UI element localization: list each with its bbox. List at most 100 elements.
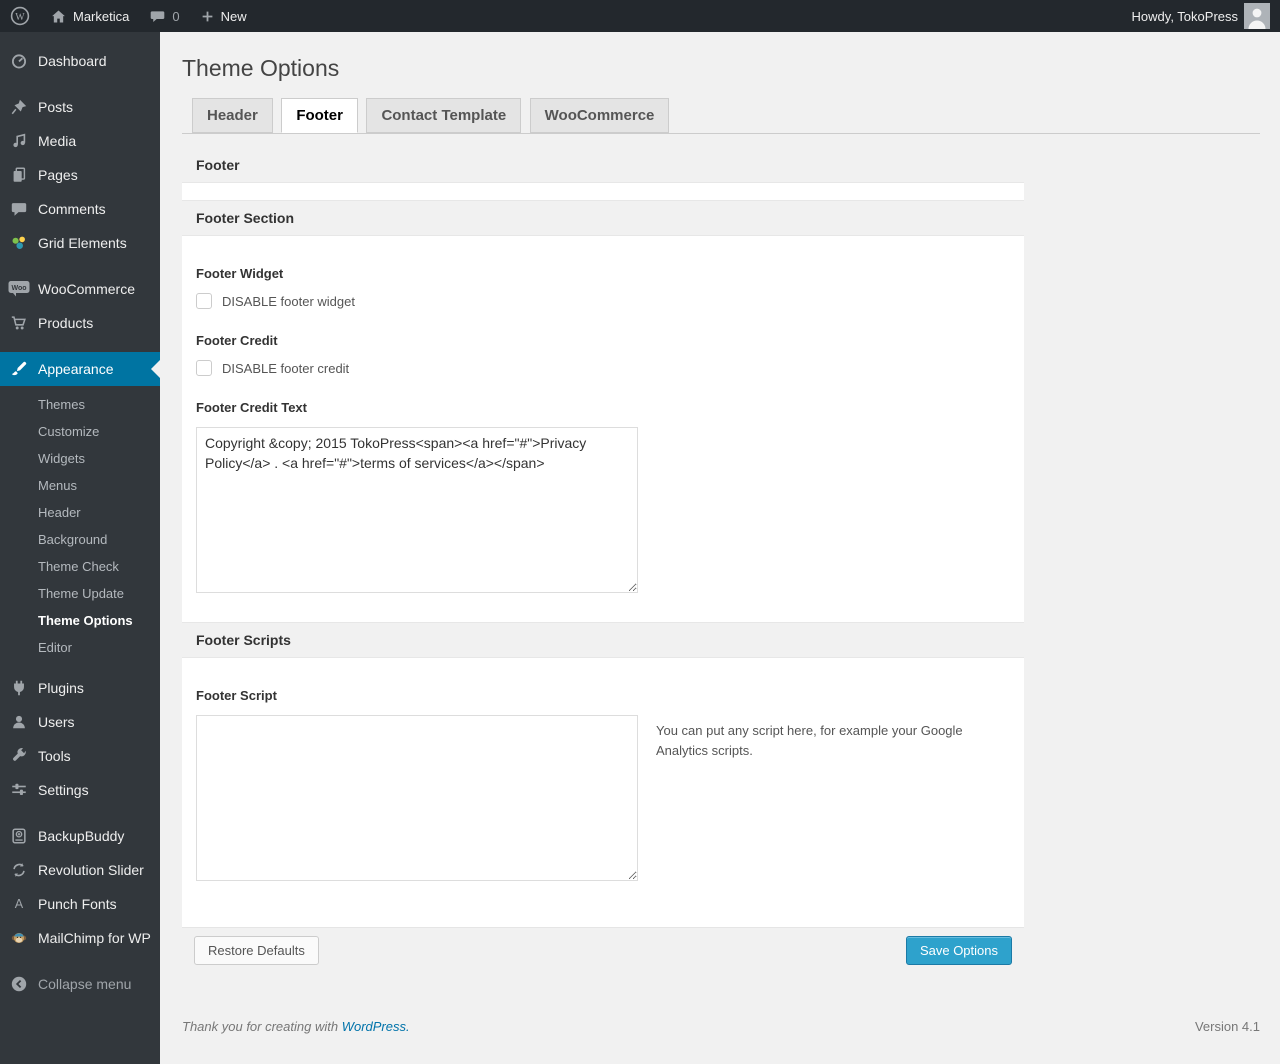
menu-separator	[0, 955, 160, 967]
restore-defaults-button[interactable]: Restore Defaults	[194, 936, 319, 965]
tab-woocommerce[interactable]: WooCommerce	[529, 98, 670, 133]
submenu-item-theme-options[interactable]: Theme Options	[0, 607, 160, 634]
sidebar-item-collapse-menu[interactable]: Collapse menu	[0, 967, 160, 1001]
wordpress-link[interactable]: WordPress.	[342, 1019, 410, 1034]
save-options-button[interactable]: Save Options	[905, 936, 1012, 965]
footer-widget-checkbox-row[interactable]: DISABLE footer widget	[196, 293, 1010, 309]
sidebar-item-label: BackupBuddy	[38, 828, 125, 844]
submenu-item-background[interactable]: Background	[0, 526, 160, 553]
svg-text:W: W	[15, 12, 25, 23]
disable-footer-credit-checkbox[interactable]	[196, 360, 212, 376]
avatar	[1244, 3, 1270, 29]
sidebar-item-settings[interactable]: Settings	[0, 773, 160, 807]
sidebar-item-backupbuddy[interactable]: BackupBuddy	[0, 819, 160, 853]
new-label: New	[220, 8, 247, 24]
sidebar-item-label: Grid Elements	[38, 235, 127, 251]
sidebar-item-users[interactable]: Users	[0, 705, 160, 739]
checkbox-label: DISABLE footer widget	[222, 293, 355, 309]
sidebar-item-mailchimp[interactable]: MailChimp for WP	[0, 921, 160, 955]
sidebar-item-revolution-slider[interactable]: Revolution Slider	[0, 853, 160, 887]
sidebar-item-label: Punch Fonts	[38, 896, 117, 912]
admin-sidebar: Dashboard Posts Media Pages Comments Gri…	[0, 32, 160, 1064]
menu-separator	[0, 340, 160, 352]
main-content: Theme Options Header Footer Contact Temp…	[160, 32, 1280, 1064]
comments-shortcut[interactable]: 0	[139, 0, 189, 32]
wordpress-logo-menu[interactable]: W	[0, 0, 40, 32]
color-cluster-icon	[0, 234, 38, 252]
tab-bar: Header Footer Contact Template WooCommer…	[182, 97, 1260, 134]
footer-credit-label: Footer Credit	[196, 333, 278, 348]
submenu-item-widgets[interactable]: Widgets	[0, 445, 160, 472]
tab-contact-template[interactable]: Contact Template	[366, 98, 522, 133]
backup-drive-icon	[0, 827, 38, 845]
sidebar-item-label: Settings	[38, 782, 89, 798]
svg-text:Woo: Woo	[11, 285, 26, 292]
comment-bubble-icon	[149, 8, 166, 25]
menu-separator	[0, 78, 160, 90]
sidebar-item-comments[interactable]: Comments	[0, 192, 160, 226]
page-title: Theme Options	[182, 55, 340, 81]
sidebar-item-pages[interactable]: Pages	[0, 158, 160, 192]
theme-options-panel: Footer Footer Section Footer Widget DISA…	[182, 148, 1024, 973]
new-content-menu[interactable]: New	[190, 0, 257, 32]
disable-footer-widget-checkbox[interactable]	[196, 293, 212, 309]
sidebar-item-label: Users	[38, 714, 75, 730]
appearance-submenu: Themes Customize Widgets Menus Header Ba…	[0, 386, 160, 671]
sidebar-item-label: Posts	[38, 99, 74, 115]
my-account-menu[interactable]: Howdy, TokoPress	[1122, 0, 1280, 32]
menu-separator	[0, 807, 160, 819]
footer-section-body: Footer Widget DISABLE footer widget Foot…	[182, 236, 1024, 622]
sidebar-item-plugins[interactable]: Plugins	[0, 671, 160, 705]
sidebar-item-grid-elements[interactable]: Grid Elements	[0, 226, 160, 260]
sidebar-item-label: WooCommerce	[38, 281, 135, 297]
plug-icon	[0, 679, 38, 697]
sidebar-item-media[interactable]: Media	[0, 124, 160, 158]
sidebar-item-punch-fonts[interactable]: A Punch Fonts	[0, 887, 160, 921]
wordpress-logo-icon: W	[10, 6, 30, 26]
sidebar-item-tools[interactable]: Tools	[0, 739, 160, 773]
footer-script-textarea[interactable]	[196, 715, 638, 881]
submenu-item-themes[interactable]: Themes	[0, 391, 160, 418]
speech-bubble-icon	[0, 200, 38, 218]
submenu-item-customize[interactable]: Customize	[0, 418, 160, 445]
footer-scripts-header: Footer Scripts	[182, 622, 1024, 658]
version-text: Version 4.1	[1194, 1019, 1260, 1034]
submenu-item-menus[interactable]: Menus	[0, 472, 160, 499]
admin-footer: Thank you for creating with WordPress. V…	[182, 1019, 1260, 1034]
sidebar-item-products[interactable]: Products	[0, 306, 160, 340]
sidebar-item-label: Dashboard	[38, 53, 107, 69]
submenu-item-theme-check[interactable]: Theme Check	[0, 553, 160, 580]
sidebar-item-woocommerce[interactable]: Woo WooCommerce	[0, 272, 160, 306]
sidebar-item-label: Revolution Slider	[38, 862, 144, 878]
sidebar-item-posts[interactable]: Posts	[0, 90, 160, 124]
submenu-item-header[interactable]: Header	[0, 499, 160, 526]
tab-header[interactable]: Header	[192, 98, 273, 133]
sidebar-item-label: Pages	[38, 167, 78, 183]
cart-icon	[0, 314, 38, 332]
footer-credit-text-textarea[interactable]: Copyright &copy; 2015 TokoPress<span><a …	[196, 427, 638, 593]
site-name: Marketica	[73, 8, 130, 24]
footer-credit-text-label: Footer Credit Text	[196, 400, 307, 415]
sidebar-item-label: Tools	[38, 748, 71, 764]
panel-action-bar: Restore Defaults Save Options	[182, 927, 1024, 973]
sidebar-item-label: Collapse menu	[38, 976, 132, 992]
submenu-item-editor[interactable]: Editor	[0, 634, 160, 661]
site-name-link[interactable]: Marketica	[40, 0, 139, 32]
footer-thanks-text: Thank you for creating with	[182, 1019, 339, 1034]
footer-thanks: Thank you for creating with WordPress.	[182, 1019, 410, 1034]
admin-bar: W Marketica 0 New Howdy, TokoPress	[0, 0, 1280, 32]
footer-script-label: Footer Script	[196, 688, 277, 703]
sidebar-item-appearance[interactable]: Appearance	[0, 352, 160, 386]
sidebar-item-dashboard[interactable]: Dashboard	[0, 44, 160, 78]
footer-credit-checkbox-row[interactable]: DISABLE footer credit	[196, 360, 1010, 376]
sliders-icon	[0, 781, 38, 799]
circular-arrows-icon	[0, 861, 38, 879]
sidebar-item-label: Products	[38, 315, 94, 331]
plus-icon	[200, 9, 215, 24]
tab-footer[interactable]: Footer	[281, 98, 358, 133]
sidebar-item-label: Plugins	[38, 680, 84, 696]
panel-header: Footer	[182, 148, 1024, 183]
submenu-item-theme-update[interactable]: Theme Update	[0, 580, 160, 607]
monkey-icon	[0, 929, 38, 947]
woo-badge-icon: Woo	[0, 280, 38, 298]
